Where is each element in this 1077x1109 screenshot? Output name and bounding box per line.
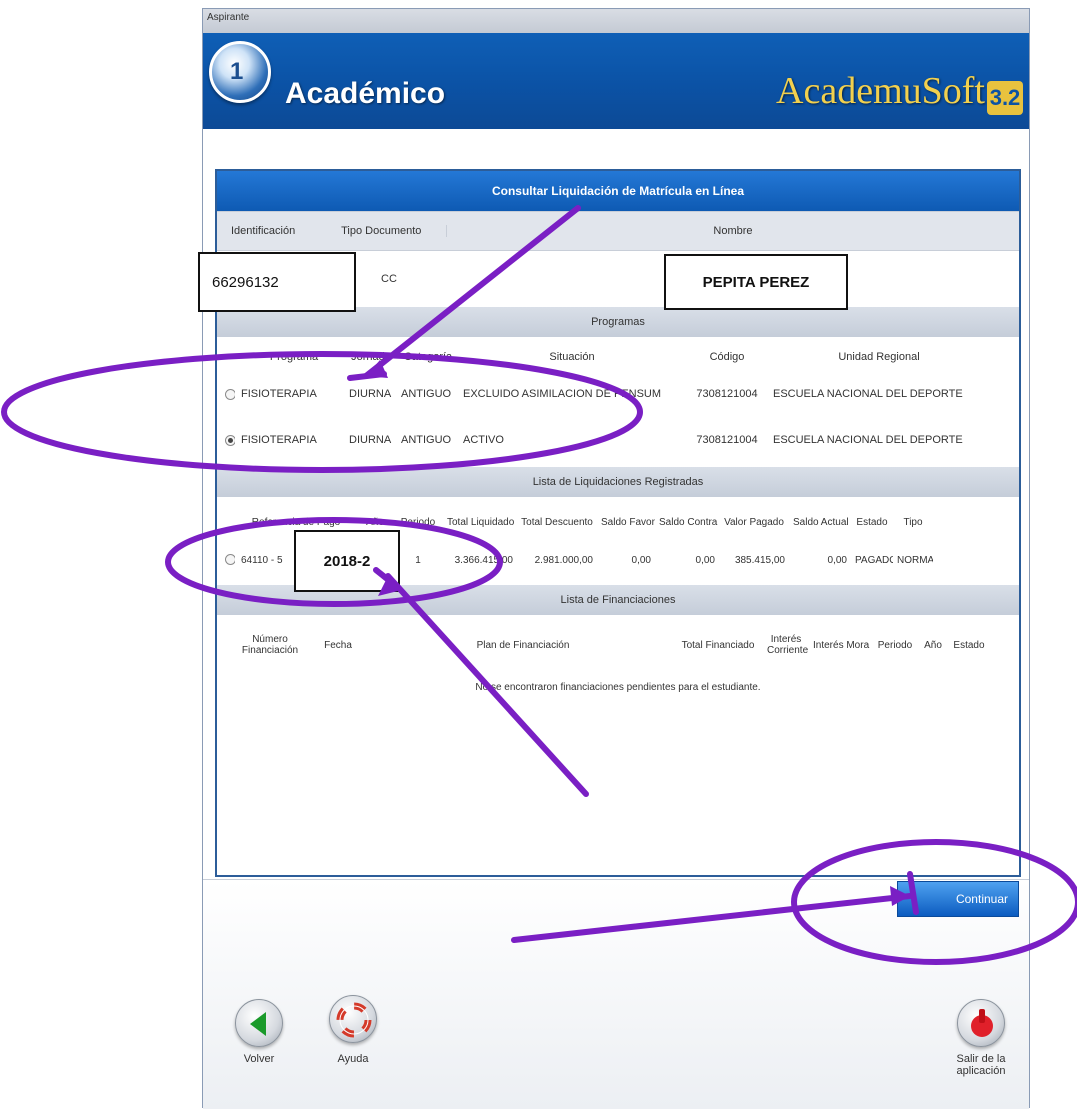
program-codigo: 7308121004 xyxy=(696,388,758,400)
name-callout: PEPITA PEREZ xyxy=(664,254,848,310)
exit-button[interactable] xyxy=(957,999,1005,1047)
lifebuoy-icon xyxy=(336,1002,372,1038)
back-button[interactable] xyxy=(235,999,283,1047)
program-jornada: DIURNA xyxy=(349,388,392,400)
brand-version-badge: 3.2 xyxy=(987,81,1023,115)
col-total-descuento: Total Descuento xyxy=(521,516,593,528)
col-estado-fin: Estado xyxy=(953,639,985,651)
col-saldo-contra: Saldo Contra xyxy=(659,516,718,528)
financing-empty-message: No se encontraron financiaciones pendien… xyxy=(475,681,761,693)
col-codigo: Código xyxy=(709,351,745,363)
exit-power-icon xyxy=(971,1009,993,1037)
col-categoria: Categoría xyxy=(403,351,453,363)
program-name: FISIOTERAPIA xyxy=(241,434,317,446)
year-callout: 2018-2 xyxy=(294,530,400,592)
col-estado: Estado xyxy=(856,516,888,528)
col-anio-fin: Año xyxy=(924,639,942,651)
col-identificacion: Identificación xyxy=(231,225,296,237)
financing-header-row: Número Financiación Fecha Plan de Financ… xyxy=(217,623,1019,667)
col-tipo: Tipo xyxy=(903,516,923,528)
program-codigo: 7308121004 xyxy=(696,434,758,446)
banner-spacer xyxy=(203,129,1029,159)
liquidation-radio[interactable] xyxy=(225,554,235,566)
col-nombre: Nombre xyxy=(445,225,1019,237)
app-banner: Académico AcademuSoft 3.2 xyxy=(203,33,1029,129)
brand-logo-text: AcademuSoft xyxy=(776,70,985,112)
col-referencia: Referencia de Pago xyxy=(251,516,341,528)
panel-title: Consultar Liquidación de Matrícula en Lí… xyxy=(217,171,1019,211)
col-anio: Año xyxy=(366,516,384,528)
col-situacion: Situación xyxy=(549,351,595,363)
col-tipo-documento: Tipo Documento xyxy=(341,225,422,237)
help-label: Ayuda xyxy=(337,1053,369,1065)
program-radio[interactable] xyxy=(225,388,235,400)
col-fecha: Fecha xyxy=(324,639,352,651)
continue-button[interactable]: Continuar xyxy=(897,881,1019,917)
col-unidad-regional: Unidad Regional xyxy=(838,351,920,363)
col-plan-financiacion: Plan de Financiación xyxy=(476,639,570,651)
col-jornada: Jornada xyxy=(351,351,391,363)
col-saldo-actual: Saldo Actual xyxy=(793,516,849,528)
col-programa: Programa xyxy=(269,351,319,363)
liquidation-total-liquidado: 3.366.415,00 xyxy=(454,554,513,566)
program-categoria: ANTIGUO xyxy=(401,388,452,400)
col-numero-financiacion: Número Financiación xyxy=(241,634,299,656)
col-interes-mora: Interés Mora xyxy=(813,639,870,651)
help-button[interactable] xyxy=(329,995,377,1043)
program-categoria: ANTIGUO xyxy=(401,434,452,446)
program-jornada: DIURNA xyxy=(349,434,392,446)
col-periodo: Periodo xyxy=(400,516,436,528)
col-interes-corriente: Interés Corriente xyxy=(767,634,809,656)
program-unidad: ESCUELA NACIONAL DEL DEPORTE xyxy=(773,388,963,400)
programs-header-row: Programa Jornada Categoría Situación Cód… xyxy=(217,343,1019,371)
program-row[interactable]: FISIOTERAPIA DIURNA ANTIGUO EXCLUIDO ASI… xyxy=(217,377,1019,411)
liquidations-section-title: Lista de Liquidaciones Registradas xyxy=(217,467,1019,497)
academico-logo-icon: 1 xyxy=(209,41,271,103)
program-situacion: EXCLUIDO ASIMILACION DE PENSUM xyxy=(463,388,662,400)
col-saldo-favor: Saldo Favor xyxy=(601,516,655,528)
liquidation-total-descuento: 2.981.000,00 xyxy=(534,554,593,566)
col-total-financiado: Total Financiado xyxy=(681,639,755,651)
program-radio-selected[interactable] xyxy=(225,434,235,446)
col-valor-pagado: Valor Pagado xyxy=(724,516,784,528)
col-total-liquidado: Total Liquidado xyxy=(447,516,515,528)
student-header-row: Identificación Tipo Documento Nombre xyxy=(217,211,1019,251)
liquidation-tipo: NORMAL xyxy=(897,554,933,566)
program-row[interactable]: FISIOTERAPIA DIURNA ANTIGUO ACTIVO 73081… xyxy=(217,423,1019,457)
liquidation-saldo-actual: 0,00 xyxy=(827,554,847,566)
liquidation-saldo-favor: 0,00 xyxy=(631,554,651,566)
exit-label: Salir de la aplicación xyxy=(956,1053,1006,1077)
window-titlebar: Aspirante xyxy=(203,9,1029,33)
back-label: Volver xyxy=(243,1053,275,1065)
program-unidad: ESCUELA NACIONAL DEL DEPORTE xyxy=(773,434,963,446)
col-periodo-fin: Periodo xyxy=(877,639,913,651)
liquidation-saldo-contra: 0,00 xyxy=(695,554,715,566)
liquidation-periodo: 1 xyxy=(415,554,421,566)
program-name: FISIOTERAPIA xyxy=(241,388,317,400)
liquidation-estado: PAGADO xyxy=(855,554,893,566)
liquidation-valor-pagado: 385.415,00 xyxy=(734,554,785,566)
doc-type-value: CC xyxy=(381,273,397,285)
back-arrow-icon xyxy=(250,1012,266,1036)
program-situacion: ACTIVO xyxy=(463,434,504,446)
identification-callout: 66296132 xyxy=(198,252,356,312)
app-title: Académico xyxy=(285,77,446,110)
